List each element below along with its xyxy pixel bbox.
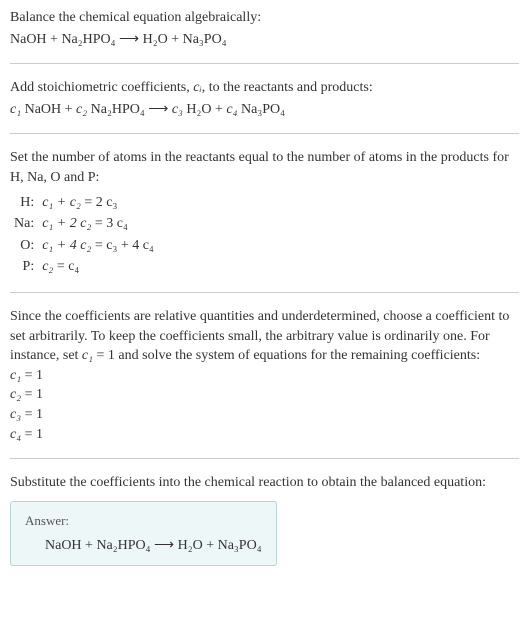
answer-equation: NaOH + Na₂HPO₄ ⟶ H₂O + Na₃PO₄ xyxy=(25,536,262,556)
table-row: O: c₁ + 4 c₂ = c₃ + 4 c₄ xyxy=(10,235,158,257)
element-label: P: xyxy=(10,256,38,278)
stoich-equation: c₁ NaOH + c₂ Na₂HPO₄ ⟶ c₃ H₂O + c₄ Na₃PO… xyxy=(10,100,519,120)
stoich-intro-ci: cᵢ xyxy=(193,80,201,95)
coef-row: c₃ = 1 xyxy=(10,405,519,425)
section-solve: Since the coefficients are relative quan… xyxy=(10,307,519,459)
stoich-intro: Add stoichiometric coefficients, cᵢ, to … xyxy=(10,78,519,98)
coef-c2: c₂ xyxy=(76,102,87,117)
reactant-1: NaOH + xyxy=(21,102,76,117)
answer-intro: Substitute the coefficients into the che… xyxy=(10,473,519,493)
element-label: O: xyxy=(10,235,38,257)
section-stoichiometric: Add stoichiometric coefficients, cᵢ, to … xyxy=(10,78,519,134)
section-atom-balance: Set the number of atoms in the reactants… xyxy=(10,148,519,293)
coef-value: = 1 xyxy=(21,368,43,383)
answer-box: Answer: NaOH + Na₂HPO₄ ⟶ H₂O + Na₃PO₄ xyxy=(10,501,277,567)
product-2: Na₃PO₄ xyxy=(238,102,285,117)
eq-right: = c₄ xyxy=(53,259,79,274)
element-equation: c₁ + 2 c₂ = 3 c₄ xyxy=(38,213,158,235)
eq-left: c₁ + 4 c₂ xyxy=(42,238,91,253)
solve-intro-b: = 1 and solve the system of equations fo… xyxy=(93,348,480,363)
section-answer: Substitute the coefficients into the che… xyxy=(10,473,519,566)
eq-left: c₁ + c₂ xyxy=(42,195,81,210)
coef-c4: c₄ xyxy=(226,102,237,117)
coef-value: = 1 xyxy=(21,387,43,402)
eq-right: = 2 c₃ xyxy=(81,195,118,210)
stoich-intro-before: Add stoichiometric coefficients, xyxy=(10,80,193,95)
element-label: H: xyxy=(10,192,38,214)
coef-name: c₄ xyxy=(10,427,21,442)
eq-left: c₂ xyxy=(42,259,53,274)
table-row: H: c₁ + c₂ = 2 c₃ xyxy=(10,192,158,214)
atom-balance-intro: Set the number of atoms in the reactants… xyxy=(10,148,519,187)
coef-value: = 1 xyxy=(21,407,43,422)
element-equation: c₁ + 4 c₂ = c₃ + 4 c₄ xyxy=(38,235,158,257)
table-row: P: c₂ = c₄ xyxy=(10,256,158,278)
solve-intro-c1: c₁ xyxy=(82,348,93,363)
eq-right: = c₃ + 4 c₄ xyxy=(91,238,153,253)
product-1: H₂O + xyxy=(183,102,227,117)
solve-intro: Since the coefficients are relative quan… xyxy=(10,307,519,366)
atom-balance-table: H: c₁ + c₂ = 2 c₃ Na: c₁ + 2 c₂ = 3 c₄ O… xyxy=(10,192,158,278)
coef-c3: c₃ xyxy=(172,102,183,117)
problem-equation: NaOH + Na₂HPO₄ ⟶ H₂O + Na₃PO₄ xyxy=(10,30,519,50)
coef-name: c₂ xyxy=(10,387,21,402)
coef-c1: c₁ xyxy=(10,102,21,117)
element-equation: c₁ + c₂ = 2 c₃ xyxy=(38,192,158,214)
element-label: Na: xyxy=(10,213,38,235)
coef-name: c₁ xyxy=(10,368,21,383)
eq-left: c₁ + 2 c₂ xyxy=(42,216,91,231)
reactant-2: Na₂HPO₄ ⟶ xyxy=(87,102,172,117)
coef-row: c₂ = 1 xyxy=(10,385,519,405)
coef-value: = 1 xyxy=(21,427,43,442)
eq-right: = 3 c₄ xyxy=(91,216,128,231)
coef-row: c₄ = 1 xyxy=(10,425,519,445)
coef-row: c₁ = 1 xyxy=(10,366,519,386)
answer-label: Answer: xyxy=(25,512,262,530)
problem-title: Balance the chemical equation algebraica… xyxy=(10,8,519,28)
table-row: Na: c₁ + 2 c₂ = 3 c₄ xyxy=(10,213,158,235)
coefficient-list: c₁ = 1 c₂ = 1 c₃ = 1 c₄ = 1 xyxy=(10,366,519,444)
element-equation: c₂ = c₄ xyxy=(38,256,158,278)
section-problem: Balance the chemical equation algebraica… xyxy=(10,8,519,64)
coef-name: c₃ xyxy=(10,407,21,422)
stoich-intro-after: , to the reactants and products: xyxy=(202,80,373,95)
